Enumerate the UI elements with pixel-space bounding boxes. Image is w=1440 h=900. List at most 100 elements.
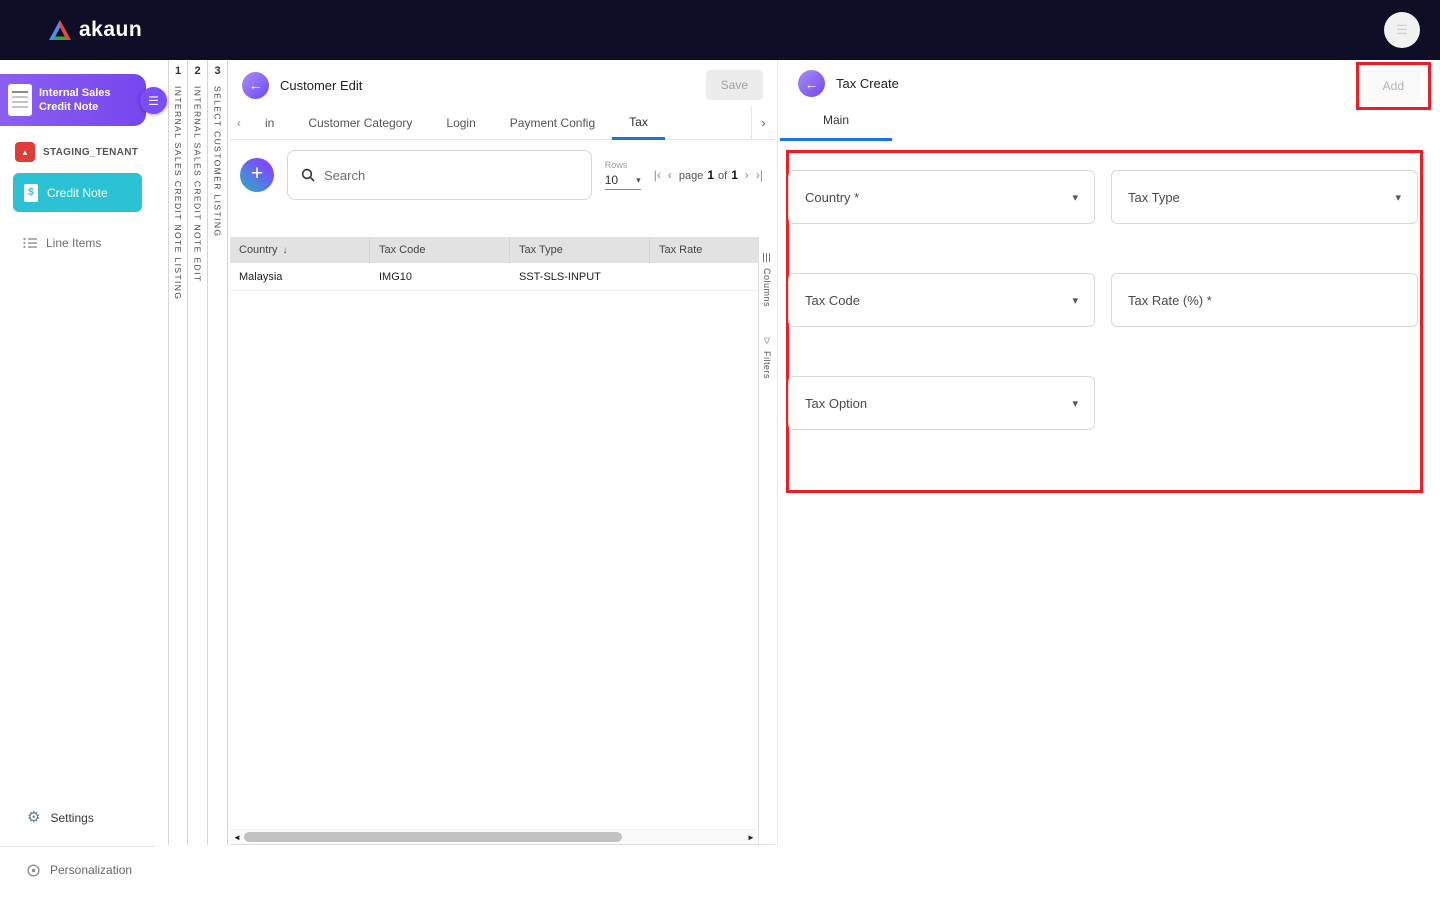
- cell-country: Malaysia: [239, 270, 283, 283]
- strip-tab-1[interactable]: 1 INTERNAL SALES CREDIT NOTE LISTING: [168, 60, 188, 845]
- country-select[interactable]: Country * ▾: [788, 170, 1095, 224]
- scrollbar-thumb[interactable]: [244, 832, 622, 842]
- horizontal-scrollbar[interactable]: ◄ ►: [230, 829, 758, 844]
- plus-icon: +: [250, 162, 264, 185]
- tab-scroll-right-button[interactable]: ›: [751, 106, 775, 139]
- tax-create-panel: ← Tax Create Add Main Country * ▾ Tax Ty…: [777, 60, 1440, 845]
- strip-label: INTERNAL SALES CREDIT NOTE LISTING: [173, 86, 183, 301]
- last-page-button[interactable]: ›|: [756, 168, 763, 182]
- page-title: Customer Edit: [280, 77, 363, 93]
- back-button[interactable]: ←: [242, 71, 269, 99]
- credit-note-doc-icon: [8, 84, 32, 116]
- strip-number: 2: [194, 65, 201, 77]
- tax-table: Country ↓ Tax Code Tax Type Tax Rate Mal…: [230, 237, 758, 844]
- strip-tab-2[interactable]: 2 INTERNAL SALES CREDIT NOTE EDIT: [188, 60, 208, 845]
- chevron-right-icon: ›: [761, 115, 766, 130]
- app-banner-title: Internal Sales Credit Note: [39, 86, 111, 113]
- sidebar-item-credit-note[interactable]: $ Credit Note: [13, 173, 142, 212]
- first-page-button[interactable]: |‹: [654, 168, 661, 182]
- column-header-tax-rate[interactable]: Tax Rate: [650, 237, 758, 263]
- back-button[interactable]: ←: [798, 70, 825, 97]
- sidebar-divider: [0, 846, 155, 847]
- tab-tax[interactable]: Tax: [612, 106, 665, 140]
- current-page: 1: [707, 168, 714, 182]
- tab-login[interactable]: Login: [429, 106, 492, 139]
- gear-icon: ⚙: [27, 809, 41, 826]
- columns-control[interactable]: Columns: [762, 253, 772, 307]
- sidebar-item-label: Line Items: [46, 236, 102, 250]
- tax-rate-input[interactable]: Tax Rate (%) *: [1111, 273, 1418, 327]
- sidebar-item-label: Settings: [50, 810, 94, 825]
- logo-triangle-icon: [48, 19, 72, 41]
- add-tax-row-button[interactable]: +: [240, 158, 274, 192]
- scroll-left-arrow[interactable]: ◄: [230, 833, 244, 842]
- tax-code-select[interactable]: Tax Code ▾: [788, 273, 1095, 327]
- scroll-right-arrow[interactable]: ►: [744, 833, 758, 842]
- strip-label: SELECT CUSTOMER LISTING: [212, 86, 223, 238]
- tax-create-header: ← Tax Create: [778, 60, 1440, 103]
- caret-down-icon: ▾: [636, 174, 641, 185]
- caret-down-icon: ▾: [1072, 294, 1078, 307]
- caret-down-icon: ▾: [1072, 397, 1078, 410]
- menu-icon: ☰: [148, 93, 159, 108]
- sort-desc-icon: ↓: [282, 244, 288, 256]
- sidebar-item-line-items[interactable]: Line Items: [23, 236, 101, 250]
- tab-main-partial[interactable]: in: [248, 106, 291, 139]
- rows-value: 10: [604, 173, 619, 187]
- tab-scroll-left-button[interactable]: ‹: [230, 106, 248, 139]
- page-title: Tax Create: [836, 76, 899, 91]
- caret-down-icon: ▾: [1072, 191, 1078, 204]
- rows-select[interactable]: 10 ▾: [604, 173, 641, 190]
- column-header-tax-type[interactable]: Tax Type: [510, 237, 650, 263]
- tenant-label: STAGING_TENANT: [43, 146, 139, 158]
- tax-option-select[interactable]: Tax Option ▾: [788, 376, 1095, 430]
- cell-tax-type: SST-SLS-INPUT: [519, 270, 601, 283]
- strip-tab-3[interactable]: 3 SELECT CUSTOMER LISTING: [208, 60, 228, 845]
- rows-per-page: Rows 10 ▾: [604, 160, 641, 190]
- tax-table-region: Country ↓ Tax Code Tax Type Tax Rate Mal…: [230, 237, 775, 844]
- columns-icon: [762, 253, 772, 262]
- field-label: Tax Code: [805, 292, 860, 308]
- sidebar: Internal Sales Credit Note ☰ ▲ STAGING_T…: [0, 60, 167, 900]
- avatar-placeholder-icon: ☰: [1396, 22, 1408, 37]
- tax-list-toolbar: + Rows 10 ▾ |‹ ‹ page 1 of: [230, 140, 775, 210]
- app-banner[interactable]: Internal Sales Credit Note: [0, 74, 146, 126]
- customer-edit-tabbar: ‹ in Customer Category Login Payment Con…: [230, 106, 775, 140]
- strip-label: INTERNAL SALES CREDIT NOTE EDIT: [192, 86, 203, 283]
- search-input[interactable]: [324, 167, 578, 183]
- tab-main[interactable]: Main: [780, 113, 892, 141]
- list-icon: [23, 237, 37, 249]
- column-header-tax-code[interactable]: Tax Code: [370, 237, 510, 263]
- filter-icon: ▽: [763, 336, 771, 346]
- column-header-country[interactable]: Country ↓: [230, 237, 370, 263]
- sidebar-collapse-toggle[interactable]: ☰: [140, 87, 167, 114]
- save-button[interactable]: Save: [705, 70, 763, 100]
- table-row[interactable]: Malaysia IMG10 SST-SLS-INPUT: [230, 263, 758, 291]
- tenant-row[interactable]: ▲ STAGING_TENANT: [15, 142, 138, 162]
- sidebar-item-settings[interactable]: ⚙ Settings: [27, 810, 94, 825]
- tab-payment-config[interactable]: Payment Config: [493, 106, 612, 139]
- tab-customer-category[interactable]: Customer Category: [291, 106, 429, 139]
- personalization-icon: [27, 863, 40, 877]
- search-icon: [301, 168, 315, 182]
- caret-down-icon: ▾: [1395, 191, 1401, 204]
- sidebar-item-label: Credit Note: [47, 185, 108, 200]
- customer-edit-panel: ← Customer Edit Save ‹ in Customer Categ…: [230, 60, 775, 845]
- strip-number: 1: [174, 65, 182, 77]
- page-indicator: page 1 of 1: [678, 168, 738, 182]
- credit-note-icon: $: [24, 183, 38, 202]
- logo-text: akaun: [79, 18, 143, 41]
- next-page-button[interactable]: ›: [745, 168, 749, 182]
- back-arrow-icon: ←: [248, 77, 263, 93]
- table-header-row: Country ↓ Tax Code Tax Type Tax Rate: [230, 237, 758, 263]
- sidebar-item-personalization[interactable]: Personalization: [27, 863, 132, 877]
- pagination: |‹ ‹ page 1 of 1 › ›|: [654, 168, 763, 182]
- field-label: Tax Option: [805, 395, 868, 411]
- filters-control[interactable]: ▽ Filters: [762, 336, 772, 380]
- tax-type-select[interactable]: Tax Type ▾: [1111, 170, 1418, 224]
- rows-label: Rows: [604, 160, 628, 170]
- add-button[interactable]: Add: [1366, 70, 1420, 102]
- prev-page-button[interactable]: ‹: [668, 168, 672, 182]
- user-avatar[interactable]: ☰: [1384, 12, 1420, 48]
